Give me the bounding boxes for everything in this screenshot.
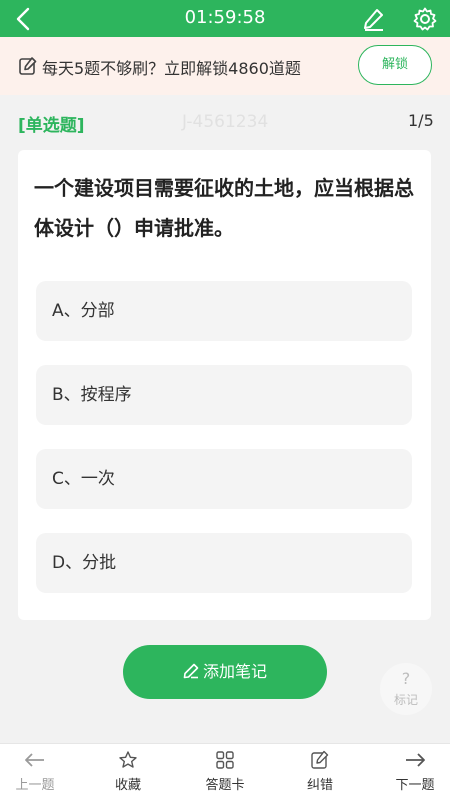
option-c[interactable]: C、一次 xyxy=(36,449,412,509)
mark-label: 标记 xyxy=(393,693,418,707)
question-text: 一个建设项目需要征收的土地，应当根据总体设计（）申请批准。 xyxy=(34,176,414,240)
unlock-button[interactable]: 解锁 xyxy=(358,45,432,85)
arrow-right-icon xyxy=(406,753,425,767)
question-card: 一个建设项目需要征收的土地，应当根据总体设计（）申请批准。 A、分部 B、按程序… xyxy=(18,150,431,620)
question-mark-icon: ? xyxy=(401,669,411,688)
answer-card-label: 答题卡 xyxy=(205,778,245,793)
answer-card-button[interactable]: 答题卡 xyxy=(190,750,260,793)
grid-icon xyxy=(216,751,234,769)
top-bar: 01:59:58 xyxy=(0,0,450,37)
next-question-button[interactable]: 下一题 xyxy=(380,750,450,793)
edit-note-icon xyxy=(311,750,329,769)
question-type-label: [单选题] xyxy=(18,116,85,136)
gear-icon[interactable] xyxy=(413,7,437,31)
prev-question-label: 上一题 xyxy=(15,778,55,793)
bottom-navigation: 上一题 收藏 答题卡 纠错 下一题 xyxy=(0,743,450,800)
arrow-left-icon xyxy=(25,753,44,767)
edit-note-icon xyxy=(19,57,37,75)
add-note-button[interactable]: 添加笔记 xyxy=(123,645,327,699)
favorite-label: 收藏 xyxy=(114,778,141,793)
prev-question-button[interactable]: 上一题 xyxy=(0,750,70,793)
option-b[interactable]: B、按程序 xyxy=(36,365,412,425)
favorite-button[interactable]: 收藏 xyxy=(93,750,163,793)
report-error-button[interactable]: 纠错 xyxy=(285,750,355,793)
question-progress: 1/5 xyxy=(408,111,434,130)
report-error-label: 纠错 xyxy=(306,778,333,793)
option-a[interactable]: A、分部 xyxy=(36,281,412,341)
edit-icon[interactable] xyxy=(362,7,386,31)
star-icon xyxy=(119,751,137,768)
promo-text: 每天5题不够刷？立即解锁4860道题 xyxy=(42,59,301,78)
unlock-promo-banner: 每天5题不够刷？立即解锁4860道题 解锁 xyxy=(0,37,450,95)
question-id-watermark: J-4561234 xyxy=(182,112,269,132)
add-note-label: 添加笔记 xyxy=(202,662,267,681)
option-d[interactable]: D、分批 xyxy=(36,533,412,593)
mark-button[interactable]: ? 标记 xyxy=(380,663,432,715)
next-question-label: 下一题 xyxy=(395,778,435,793)
pencil-icon xyxy=(183,663,199,679)
